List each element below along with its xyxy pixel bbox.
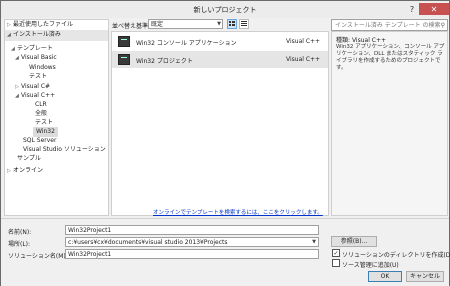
small-icons-view-button[interactable] <box>239 19 249 29</box>
location-value: c:¥users¥cx¥documents¥visual studio 2013… <box>68 239 228 246</box>
location-input[interactable]: c:¥users¥cx¥documents¥visual studio 2013… <box>65 237 319 247</box>
tree-label: Visual C# <box>21 83 51 90</box>
new-project-dialog: 新しいプロジェクト ? ✕ ▷ 最近使用したファイル ◢ インストール済み ◢ テンプ… <box>0 0 450 286</box>
create-directory-checkbox[interactable]: ✓ <box>332 249 340 257</box>
search-icon: ⚲ <box>440 22 445 29</box>
project-name-input[interactable]: Win32Project1 <box>65 225 319 235</box>
template-row-console[interactable]: Win32 コンソール アプリケーション Visual C++ <box>112 33 328 50</box>
solution-name-input[interactable]: Win32Project1 <box>65 249 319 259</box>
tree-label: Visual C++ <box>21 92 56 99</box>
cancel-button[interactable]: キャンセル <box>406 271 444 282</box>
tree-item-samples[interactable]: サンプル <box>17 154 41 164</box>
tree-item-vb-test[interactable]: テスト <box>29 72 47 82</box>
template-search-input[interactable]: インストール済み テンプレート の検索 (Ctrl⚲ <box>331 19 448 40</box>
template-row-win32-project[interactable]: Win32 プロジェクト Visual C++ <box>112 51 328 68</box>
template-name: Win32 プロジェクト <box>136 58 193 65</box>
tree-item-online[interactable]: ▷ オンライン <box>7 166 43 176</box>
solution-name-label: ソリューション名(M): <box>8 253 68 260</box>
template-name: Win32 コンソール アプリケーション <box>136 40 237 47</box>
tree-label: テンプレート <box>17 45 53 52</box>
chevron-down-icon: ▼ <box>217 21 221 27</box>
sort-value: 既定 <box>151 21 164 28</box>
ok-button[interactable]: OK <box>368 271 402 282</box>
console-app-icon <box>118 36 130 47</box>
template-language: Visual C++ <box>286 56 321 63</box>
dialog-title: 新しいプロジェクト <box>193 6 257 14</box>
tree-label: 最近使用したファイル <box>13 21 74 28</box>
list-view-icon <box>241 21 247 26</box>
type-value: Visual C++ <box>351 37 387 44</box>
chevron-down-icon: ▼ <box>312 239 316 245</box>
online-templates-link[interactable]: オンラインでテンプレートを検索するには、ここをクリックします。 <box>153 208 323 216</box>
sort-select[interactable]: 既定 ▼ <box>148 19 223 29</box>
title-bar: 新しいプロジェクト ? ✕ <box>1 1 449 18</box>
browse-button[interactable]: 参照(B)... <box>331 236 377 247</box>
tree-label: オンライン <box>13 167 44 174</box>
location-label: 場所(L): <box>8 241 31 248</box>
project-form: 名前(N): Win32Project1 場所(L): c:¥users¥cx¥… <box>1 218 450 286</box>
grid-view-icon <box>229 21 235 26</box>
source-control-checkbox[interactable] <box>332 259 340 267</box>
tree-item-installed[interactable]: ◢ インストール済み <box>7 30 61 40</box>
tree-item-visual-basic[interactable]: ◢ Visual Basic <box>15 53 57 63</box>
medium-icons-view-button[interactable] <box>227 19 237 29</box>
sort-label: 並べ替え基準: <box>112 23 151 30</box>
template-details-pane: 種類: Visual C++ Win32 アプリケーション、コンソール アプリケ… <box>331 31 448 216</box>
close-button[interactable]: ✕ <box>419 3 449 15</box>
type-label: 種類: <box>336 37 351 44</box>
template-language: Visual C++ <box>286 38 321 45</box>
template-description: Win32 アプリケーション、コンソール アプリケーション、DLL またはスタテ… <box>336 44 445 71</box>
tree-label: インストール済み <box>13 31 61 38</box>
type-line: 種類: Visual C++ <box>336 35 386 44</box>
template-tree: ▷ 最近使用したファイル ◢ インストール済み ◢ テンプレート ◢ Visual Ba… <box>4 19 109 216</box>
tree-item-recent[interactable]: ▷ 最近使用したファイル <box>7 20 73 30</box>
create-directory-label: ソリューションのディレクトリを作成(D) <box>342 252 450 259</box>
template-list: Win32 コンソール アプリケーション Visual C++ Win32 プロ… <box>111 31 329 216</box>
tree-label: Visual Basic <box>21 54 57 61</box>
source-control-label: ソース管理に追加(U) <box>342 262 399 269</box>
name-label: 名前(N): <box>8 229 32 236</box>
win32-project-icon <box>118 54 130 65</box>
help-button[interactable]: ? <box>405 3 419 15</box>
